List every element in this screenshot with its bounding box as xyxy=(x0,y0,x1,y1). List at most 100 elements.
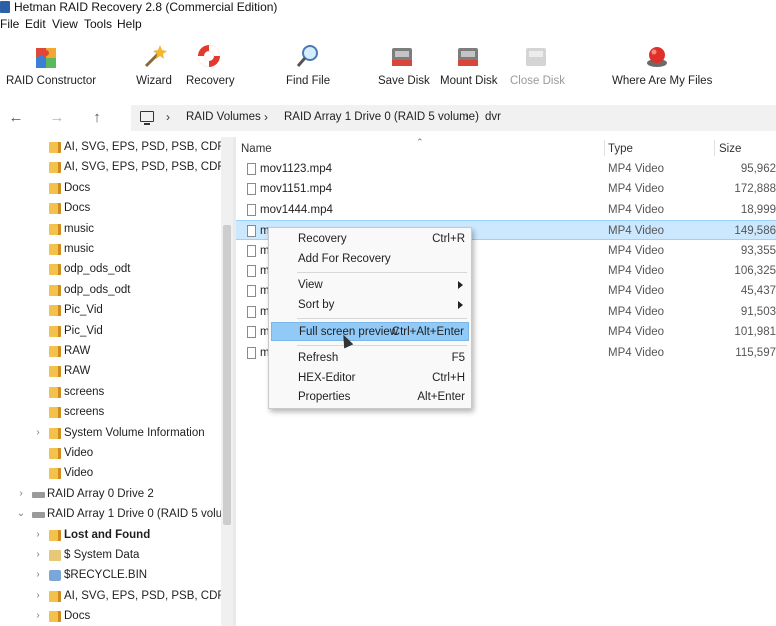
tree-item[interactable]: › Lost and Found xyxy=(0,526,221,546)
recycle-bin-icon xyxy=(49,570,61,582)
tree-item[interactable]: RAW xyxy=(0,362,221,382)
context-menu-item-sort-by[interactable]: Sort by xyxy=(271,296,469,315)
folder-icon xyxy=(49,223,61,235)
tree-item[interactable]: AI, SVG, EPS, PSD, PSB, CDR xyxy=(0,138,226,158)
mount-disk-button[interactable]: Mount Disk xyxy=(440,42,498,94)
column-header-size[interactable]: Size xyxy=(719,143,741,155)
file-icon xyxy=(247,203,256,216)
tree-item[interactable]: Pic_Vid xyxy=(0,301,221,321)
up-button[interactable]: ↑ xyxy=(88,109,106,127)
menu-view[interactable]: View xyxy=(52,17,78,32)
forward-button[interactable]: → xyxy=(48,109,66,127)
folder-icon xyxy=(49,590,61,602)
tree-item[interactable]: odp_ods_odt xyxy=(0,260,221,280)
wand-icon xyxy=(140,42,168,70)
breadcrumb-raid-volumes[interactable]: RAID Volumes xyxy=(186,111,261,123)
context-menu-label: Refresh xyxy=(298,352,339,364)
context-menu-item-recovery[interactable]: Recovery Ctrl+R xyxy=(271,230,469,249)
context-menu-item-add-for-recovery[interactable]: Add For Recovery xyxy=(271,250,469,269)
red-button-icon xyxy=(643,42,671,70)
chevron-right-icon[interactable]: › xyxy=(33,529,43,540)
context-menu-label: Recovery xyxy=(298,233,347,245)
tree-item[interactable]: screens xyxy=(0,403,221,423)
computer-icon[interactable] xyxy=(140,111,154,125)
column-divider[interactable] xyxy=(714,140,715,156)
chevron-right-icon[interactable]: › xyxy=(33,549,43,560)
chevron-right-icon[interactable]: › xyxy=(16,488,26,499)
tree-item[interactable]: › $RECYCLE.BIN xyxy=(0,566,221,586)
tree-item[interactable]: › AI, SVG, EPS, PSD, PSB, CDR xyxy=(0,587,226,607)
menu-separator xyxy=(297,272,467,274)
tree-item[interactable]: › $ System Data xyxy=(0,546,221,566)
menu-help[interactable]: Help xyxy=(117,17,142,32)
where-are-my-files-button[interactable]: Where Are My Files xyxy=(612,42,712,94)
menu-tools[interactable]: Tools xyxy=(84,17,112,32)
tree-item-label: RAID Array 0 Drive 2 xyxy=(47,487,154,500)
context-menu-item-full-screen-preview[interactable]: Full screen preview Ctrl+Alt+Enter xyxy=(271,322,469,342)
recovery-button[interactable]: Recovery xyxy=(186,42,235,94)
context-menu-shortcut: Ctrl+R xyxy=(432,233,465,245)
tree-item[interactable]: screens xyxy=(0,383,221,403)
chevron-right-icon[interactable]: › xyxy=(33,590,43,601)
tree-scrollbar-thumb[interactable] xyxy=(223,225,231,525)
tree-item-label: odp_ods_odt xyxy=(64,263,131,276)
context-menu-item-hex-editor[interactable]: HEX-Editor Ctrl+H xyxy=(271,369,469,388)
file-row[interactable]: mov1123.mp4 MP4 Video 95,962 xyxy=(236,159,776,179)
column-header-type[interactable]: Type xyxy=(608,143,633,155)
mount-disk-icon xyxy=(454,42,482,70)
file-row[interactable]: mov1444.mp4 MP4 Video 18,999 xyxy=(236,200,776,220)
tree-item[interactable]: AI, SVG, EPS, PSD, PSB, CDR xyxy=(0,158,226,178)
arrow-up-icon: ↑ xyxy=(93,109,101,126)
menu-edit[interactable]: Edit xyxy=(25,17,46,32)
file-list-header: ⌃ Name Type Size xyxy=(236,137,776,159)
context-menu-shortcut: Ctrl+H xyxy=(432,371,465,384)
tree-item[interactable]: › System Volume Information xyxy=(0,424,221,444)
column-divider[interactable] xyxy=(604,140,605,156)
tree-item[interactable]: › Docs xyxy=(0,607,221,626)
menu-file[interactable]: File xyxy=(0,17,19,32)
tree-item-label: AI, SVG, EPS, PSD, PSB, CDR xyxy=(64,161,226,174)
find-file-button[interactable]: Find File xyxy=(286,42,330,94)
tree-item[interactable]: ⌄ RAID Array 1 Drive 0 (RAID 5 volume) xyxy=(0,505,233,525)
chevron-right-icon[interactable]: › xyxy=(33,569,43,580)
tree-item[interactable]: Docs xyxy=(0,179,221,199)
breadcrumb-raid-array-1[interactable]: RAID Array 1 Drive 0 (RAID 5 volume) xyxy=(284,111,479,123)
folder-icon xyxy=(49,142,61,153)
file-name: mov1123.mp4 xyxy=(260,163,333,175)
tree-item[interactable]: Pic_Vid xyxy=(0,322,221,342)
chevron-right-icon[interactable]: › xyxy=(33,427,43,438)
close-disk-button[interactable]: Close Disk xyxy=(510,42,565,94)
tree-item[interactable]: Video xyxy=(0,464,221,484)
context-menu-shortcut: Ctrl+Alt+Enter xyxy=(391,326,464,339)
back-button[interactable]: ← xyxy=(7,109,25,127)
file-icon xyxy=(247,285,256,298)
breadcrumb-dvr[interactable]: dvr xyxy=(485,111,501,123)
folder-icon xyxy=(49,366,61,378)
menu-separator xyxy=(297,318,467,320)
context-menu-item-view[interactable]: View xyxy=(271,276,469,295)
breadcrumb: › RAID Volumes › RAID Array 1 Drive 0 (R… xyxy=(131,105,776,131)
menu-bar: File Edit View Tools Help xyxy=(0,16,776,34)
tree-scrollbar[interactable] xyxy=(221,137,233,626)
wizard-button[interactable]: Wizard xyxy=(135,42,173,94)
tree-item[interactable]: Docs xyxy=(0,199,221,219)
chevron-down-icon[interactable]: ⌄ xyxy=(16,508,26,519)
context-menu-item-properties[interactable]: Properties Alt+Enter xyxy=(271,388,469,407)
app-icon xyxy=(0,1,10,13)
tree-item[interactable]: odp_ods_odt xyxy=(0,281,221,301)
tree-item[interactable]: music xyxy=(0,220,221,240)
file-icon xyxy=(247,183,256,196)
raid-constructor-button[interactable]: RAID Constructor xyxy=(6,42,96,94)
column-header-name[interactable]: Name xyxy=(241,143,272,155)
context-menu-item-refresh[interactable]: Refresh F5 xyxy=(271,349,469,368)
file-row[interactable]: mov1151.mp4 MP4 Video 172,888 xyxy=(236,179,776,199)
tree-item[interactable]: music xyxy=(0,240,221,260)
save-disk-button[interactable]: Save Disk xyxy=(378,42,430,94)
tree-item-label: music xyxy=(64,222,95,235)
tree-item[interactable]: Video xyxy=(0,444,221,464)
tree-item[interactable]: › RAID Array 0 Drive 2 xyxy=(0,485,221,505)
folder-icon xyxy=(49,611,61,623)
file-type: MP4 Video xyxy=(608,203,665,216)
chevron-right-icon[interactable]: › xyxy=(33,610,43,621)
tree-item[interactable]: RAW xyxy=(0,342,221,362)
